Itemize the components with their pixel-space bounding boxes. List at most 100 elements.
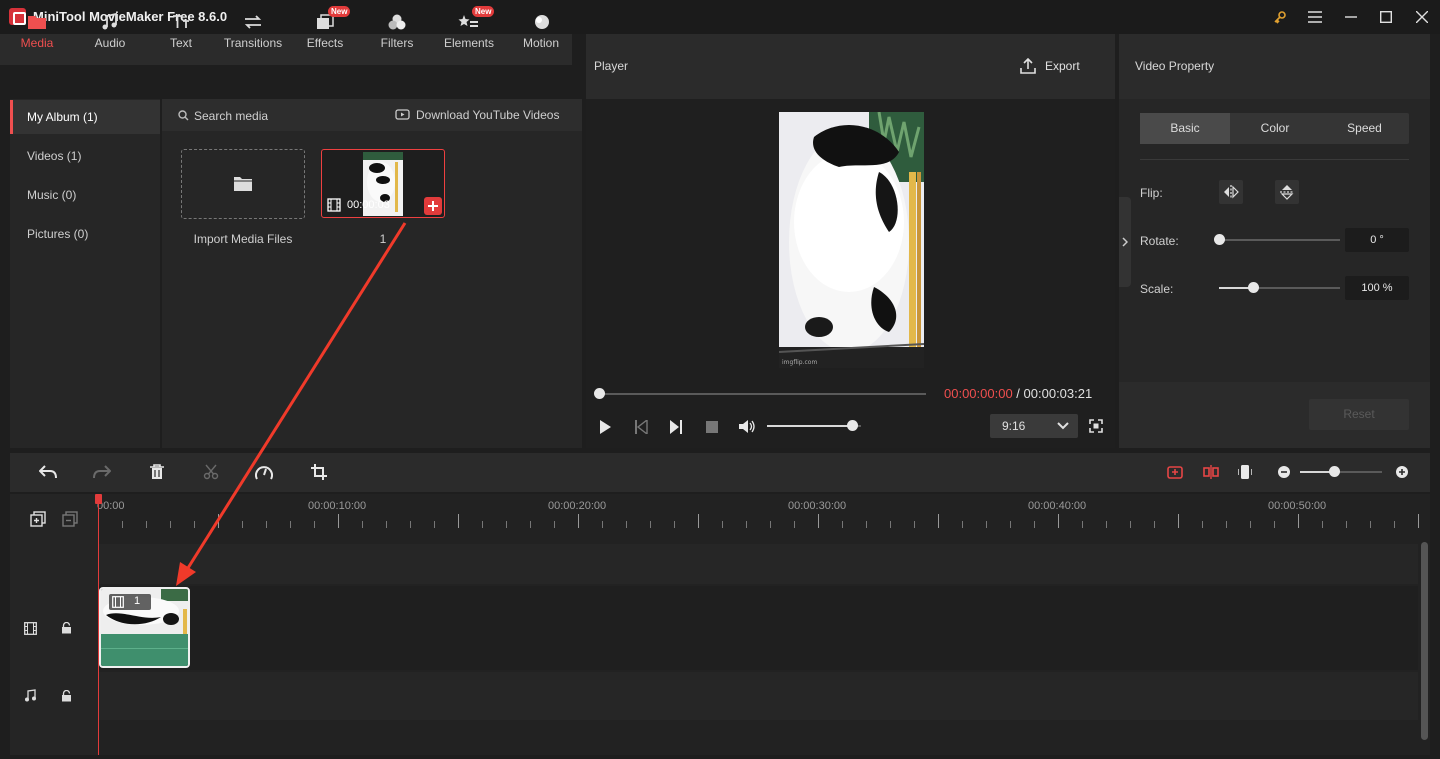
tool-media[interactable]: Media [4,0,70,65]
track-headers [10,494,98,755]
ruler-tick [1010,521,1011,528]
crop-icon[interactable] [311,464,327,480]
lock-icon[interactable] [61,622,72,634]
ruler-tick [890,521,891,528]
ruler-tick [434,521,435,528]
ruler-tick [530,521,531,528]
audio-detach-icon[interactable] [1167,464,1183,480]
motion-icon [535,15,549,29]
video-frame-image: imgflip.com [779,112,924,368]
export-button[interactable]: Export [1018,56,1088,76]
album-item-videos[interactable]: Videos (1) [10,139,160,173]
scale-value-field[interactable]: 100 % [1345,276,1409,300]
timeline-scrollbar[interactable] [1421,542,1428,740]
flip-label: Flip: [1140,186,1163,200]
add-to-timeline-button[interactable] [424,197,442,215]
time-separator: / [1012,386,1024,401]
music-note-icon [102,12,117,30]
ruler-tick [194,521,195,528]
ruler-tick [722,521,723,528]
stop-icon[interactable] [706,421,718,433]
search-input[interactable]: Search media [194,109,268,123]
tool-filters[interactable]: Filters [364,0,430,65]
playhead-handle[interactable] [95,494,102,504]
zoom-in-icon[interactable] [1395,465,1409,479]
next-frame-icon[interactable] [669,420,683,434]
tab-basic[interactable]: Basic [1140,113,1230,144]
watermark-text: imgflip.com [782,359,817,366]
redo-icon[interactable] [93,465,111,479]
media-search-bar: Search media Download YouTube Videos [162,99,582,131]
ruler-tick [146,521,147,528]
album-sidebar: My Album (1) Videos (1) Music (0) Pictur… [10,99,160,448]
flip-vertical-button[interactable] [1275,180,1299,204]
film-icon [327,198,341,212]
speed-icon[interactable] [255,464,273,481]
play-icon[interactable] [599,420,611,434]
maximize-icon[interactable] [1375,6,1397,28]
rotate-slider-knob[interactable] [1214,234,1225,245]
album-item-music[interactable]: Music (0) [10,178,160,212]
key-icon[interactable] [1269,6,1291,28]
ruler-tick [1418,514,1419,528]
timeline-toolbar [10,453,1430,492]
ruler-tick [1034,521,1035,528]
scale-slider-knob[interactable] [1247,282,1259,293]
lock-icon[interactable] [61,690,72,702]
fullscreen-icon[interactable] [1089,419,1103,433]
playback-progress-knob[interactable] [594,388,605,399]
add-track-icon[interactable] [30,511,46,527]
tab-speed[interactable]: Speed [1320,113,1409,144]
new-badge: New [472,6,495,17]
player-header: Player Export [586,34,1115,99]
tab-color[interactable]: Color [1230,113,1320,144]
playback-progress-track[interactable] [599,393,926,395]
snap-icon[interactable] [1238,464,1252,480]
tool-motion[interactable]: Motion [508,0,574,65]
zoom-slider-knob[interactable] [1329,466,1341,477]
collapse-panel-handle[interactable] [1119,197,1131,287]
delete-icon[interactable] [149,464,165,480]
playhead[interactable] [98,494,99,755]
tool-effects[interactable]: New Effects [292,0,358,65]
ruler-tick [218,514,219,528]
album-item-pictures[interactable]: Pictures (0) [10,217,160,251]
ruler-label: 00:00:30:00 [788,500,847,512]
media-clip[interactable]: 00:00:03 [321,149,445,218]
ruler-tick [626,521,627,528]
tool-text[interactable]: Text [148,0,214,65]
rotate-value-field[interactable]: 0 ° [1345,228,1409,252]
ruler-label: 00:00:40:00 [1028,500,1087,512]
previous-frame-icon[interactable] [634,420,648,434]
ruler-tick [866,521,867,528]
divider [1140,159,1409,160]
album-item-my-album[interactable]: My Album (1) [10,100,160,134]
flip-horizontal-button[interactable] [1219,180,1243,204]
close-icon[interactable] [1411,6,1433,28]
tool-transitions[interactable]: Transitions [220,0,286,65]
split-scissors-icon[interactable] [203,464,219,480]
volume-icon[interactable] [738,419,756,434]
audio-track [98,672,1418,720]
download-youtube-link[interactable]: Download YouTube Videos [416,108,559,122]
filters-icon [388,14,406,30]
volume-knob[interactable] [846,420,858,431]
split-clip-icon[interactable] [1203,464,1219,480]
flip-horizontal-icon [1224,185,1239,199]
folder-icon [234,177,252,191]
undo-icon[interactable] [39,465,57,479]
timeline-clip[interactable]: 1 [99,587,190,668]
reset-button[interactable]: Reset [1309,399,1409,430]
ruler-tick [962,521,963,528]
tool-audio[interactable]: Audio [77,0,143,65]
zoom-out-icon[interactable] [1277,465,1291,479]
ruler-tick [746,521,747,528]
import-media-button[interactable] [181,149,305,219]
aspect-ratio-select[interactable]: 9:16 [990,414,1078,438]
tool-label: Motion [522,36,560,50]
rotate-slider-track[interactable] [1219,239,1340,241]
menu-icon[interactable] [1304,6,1326,28]
minimize-icon[interactable] [1340,6,1362,28]
tool-elements[interactable]: New Elements [436,0,502,65]
remove-track-icon[interactable] [62,511,78,527]
